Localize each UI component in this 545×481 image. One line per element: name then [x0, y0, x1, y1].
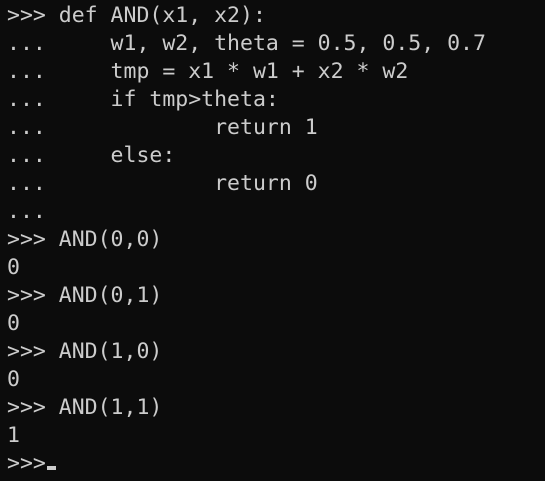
terminal-line-def: >>> def AND(x1, x2):	[7, 3, 266, 28]
terminal-line-call-10: >>> AND(1,0)	[7, 339, 163, 364]
terminal-line-continuation: ...	[7, 199, 46, 224]
terminal-line-output-01: 0	[7, 311, 20, 336]
terminal-line-output-11: 1	[7, 423, 20, 448]
terminal-line-call-00: >>> AND(0,0)	[7, 227, 163, 252]
terminal-line-call-11: >>> AND(1,1)	[7, 395, 163, 420]
terminal-line-else: ... else:	[7, 143, 176, 168]
terminal-line-call-01: >>> AND(0,1)	[7, 283, 163, 308]
terminal-prompt-line[interactable]: >>>	[7, 450, 545, 478]
terminal-line-output-10: 0	[7, 367, 20, 392]
terminal-cursor	[46, 466, 56, 470]
terminal-line-return-0: ... return 0	[7, 171, 318, 196]
terminal-prompt: >>>	[7, 451, 46, 476]
terminal-line-return-1: ... return 1	[7, 115, 318, 140]
terminal-line-if: ... if tmp>theta:	[7, 87, 279, 112]
terminal-line-output-00: 0	[7, 255, 20, 280]
terminal-window[interactable]: >>> def AND(x1, x2): ... w1, w2, theta =…	[0, 0, 545, 481]
terminal-line-weights: ... w1, w2, theta = 0.5, 0.5, 0.7	[7, 31, 486, 56]
terminal-line-tmp: ... tmp = x1 * w1 + x2 * w2	[7, 59, 409, 84]
